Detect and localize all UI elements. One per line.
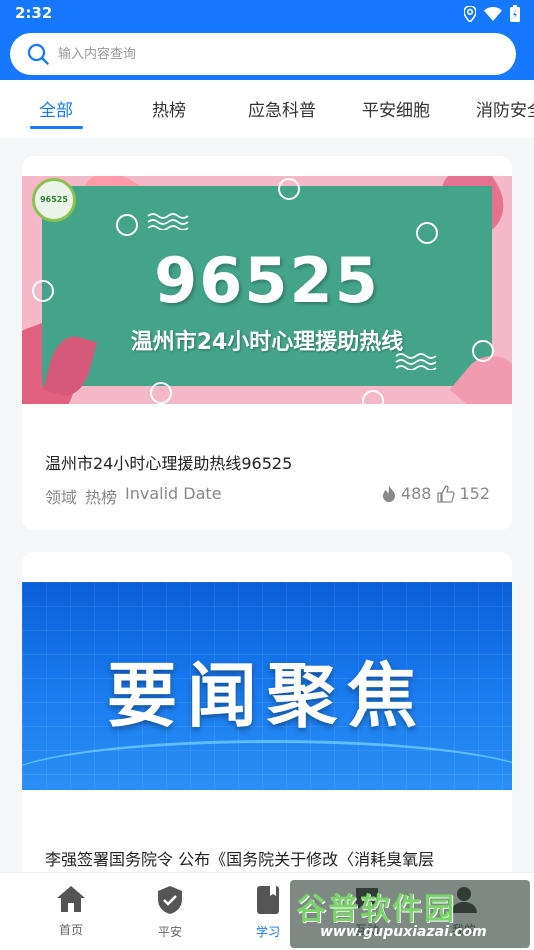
tab-safety-cell[interactable]: 平安细胞 [362, 96, 430, 121]
flame-icon [382, 484, 395, 502]
decor-circle [150, 382, 172, 404]
view-count: 488 [400, 484, 432, 503]
article-card[interactable]: 96525 96525 温州市24小时心理援助热线 温州市24小时心理援助热线9… [22, 156, 512, 530]
decor-circle [278, 178, 300, 200]
article-banner-image: 要闻聚焦 [22, 582, 512, 790]
tab-emergency-science[interactable]: 应急科普 [248, 96, 316, 121]
article-tag: 热榜 [85, 488, 118, 507]
tab-hot-list[interactable]: 热榜 [152, 96, 186, 121]
watermark-title: 谷普软件园 [296, 892, 456, 927]
article-meta: 领域 热榜 Invalid Date [45, 484, 222, 508]
status-bar: 2:32 [0, 0, 534, 28]
tabbar-home[interactable]: 首页 [31, 885, 111, 938]
decor-circle [116, 214, 138, 236]
article-tag: 领域 [45, 488, 78, 507]
like-count: 152 [459, 484, 490, 503]
battery-icon [510, 5, 520, 22]
article-banner-image: 96525 96525 温州市24小时心理援助热线 [22, 176, 512, 404]
home-icon [57, 886, 85, 912]
article-date: Invalid Date [125, 484, 222, 503]
seal-text: 96525 [40, 195, 68, 204]
tabbar-safety[interactable]: 平安 [130, 885, 210, 940]
status-time: 2:32 [15, 4, 53, 22]
banner-hotline-number: 96525 [154, 244, 380, 317]
location-icon [464, 5, 476, 22]
thumbs-up-icon[interactable] [437, 484, 456, 503]
tabbar-label: 平安 [157, 925, 182, 939]
category-tabs: 全部 热榜 应急科普 平安细胞 消防安全 [0, 80, 534, 138]
search-input[interactable] [58, 41, 478, 67]
search-bar[interactable] [10, 33, 516, 75]
status-icons [464, 5, 520, 22]
tab-fire-safety[interactable]: 消防安全 [476, 96, 534, 121]
article-title: 李强签署国务院令 公布《国务院关于修改〈消耗臭氧层 [45, 850, 435, 869]
banner-subtitle: 温州市24小时心理援助热线 [130, 330, 404, 355]
banner-headline: 要闻聚焦 [107, 655, 427, 737]
hotline-seal-logo: 96525 [32, 178, 76, 222]
wave-decoration [147, 213, 189, 230]
decor-circle [416, 222, 438, 244]
decor-circle [362, 390, 384, 404]
wifi-icon [484, 6, 502, 21]
active-tab-indicator [30, 126, 83, 129]
article-stats: 488 152 [381, 484, 490, 503]
top-bar: 2:32 [0, 0, 534, 80]
article-title: 温州市24小时心理援助热线96525 [45, 454, 293, 473]
search-icon [27, 43, 49, 65]
tabbar-label: 首页 [58, 923, 83, 937]
shield-icon [158, 886, 182, 914]
watermark-url: www.gupuxiazai.com [320, 924, 487, 940]
watermark-logo: 谷普软件园 www.gupuxiazai.com [290, 880, 530, 948]
article-card[interactable]: 要闻聚焦 李强签署国务院令 公布《国务院关于修改〈消耗臭氧层 [22, 552, 512, 912]
tab-all[interactable]: 全部 [39, 96, 73, 121]
book-icon [257, 886, 279, 914]
